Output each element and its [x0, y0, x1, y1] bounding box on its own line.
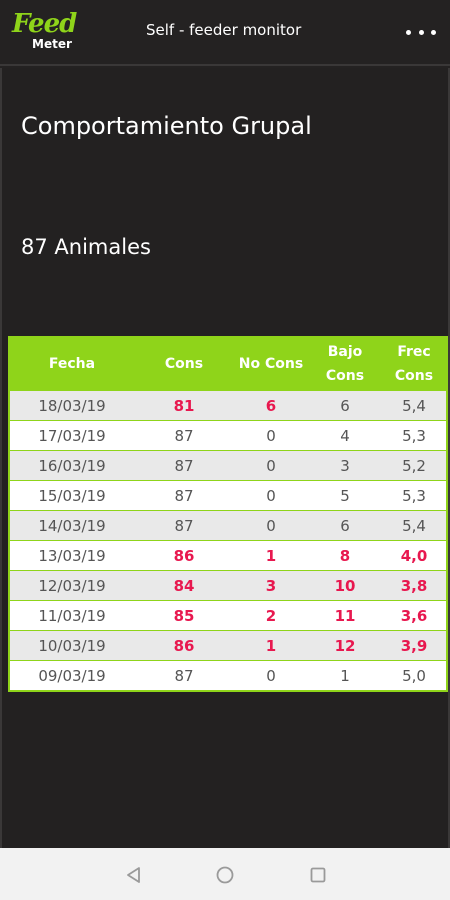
cell-bajo-cons: 6 — [340, 516, 350, 535]
cell-cons: 87 — [174, 426, 194, 445]
table-row: 17/03/19 87 0 4 5,3 — [10, 420, 446, 450]
menu-dot — [406, 29, 411, 35]
cell-fecha: 17/03/19 — [38, 426, 106, 445]
cell-fecha: 13/03/19 — [38, 546, 106, 565]
header-fecha: Fecha — [48, 356, 96, 372]
cell-no-cons: 0 — [266, 456, 276, 475]
cell-frec-cons: 5,2 — [402, 456, 426, 475]
cell-frec-cons: 3,8 — [400, 576, 428, 595]
cell-cons: 87 — [174, 456, 194, 475]
table-header: Fecha Cons No Cons Bajo Cons Frec Cons — [10, 338, 446, 390]
cell-bajo-cons: 8 — [339, 546, 351, 565]
cell-bajo-cons: 11 — [334, 606, 356, 625]
header-frec-cons: Frec Cons — [394, 344, 434, 384]
table-row: 16/03/19 87 0 3 5,2 — [10, 450, 446, 480]
cell-bajo-cons: 1 — [340, 666, 350, 685]
cell-bajo-cons: 4 — [340, 426, 350, 445]
cell-no-cons: 0 — [266, 516, 276, 535]
table-row: 15/03/19 87 0 5 5,3 — [10, 480, 446, 510]
cell-fecha: 09/03/19 — [38, 666, 106, 685]
cell-fecha: 12/03/19 — [38, 576, 106, 595]
logo-meter-text: Meter — [32, 37, 72, 51]
system-nav-bar — [0, 848, 450, 900]
app-bar: Feed Meter Self - feeder monitor — [0, 0, 450, 66]
cell-frec-cons: 5,4 — [402, 516, 426, 535]
table-body: 18/03/19 81 6 6 5,4 17/03/19 87 0 4 5,3 16/03/19 87… — [10, 390, 446, 690]
menu-dot — [418, 29, 424, 35]
header-bajo-cons: Bajo Cons — [325, 344, 365, 384]
cell-no-cons: 3 — [265, 576, 277, 595]
table-row: 18/03/19 81 6 6 5,4 — [10, 390, 446, 420]
feedmeter-logo: Feed Meter — [10, 9, 82, 57]
cell-frec-cons: 3,9 — [400, 636, 428, 655]
cell-no-cons: 0 — [266, 666, 276, 685]
menu-dot — [431, 29, 436, 35]
cell-bajo-cons: 12 — [334, 636, 356, 655]
more-horizontal-icon[interactable] — [406, 22, 436, 42]
logo-feed-text: Feed — [12, 9, 77, 39]
recent-square-icon[interactable] — [307, 864, 329, 886]
table-row: 14/03/19 87 0 6 5,4 — [10, 510, 446, 540]
table-row: 12/03/19 84 3 10 3,8 — [10, 570, 446, 600]
table-row: 10/03/19 86 1 12 3,9 — [10, 630, 446, 660]
cell-frec-cons: 5,0 — [402, 666, 426, 685]
cell-frec-cons: 5,3 — [402, 426, 426, 445]
home-circle-icon[interactable] — [214, 864, 236, 886]
cell-fecha: 15/03/19 — [38, 486, 106, 505]
header-no-cons: No Cons — [238, 356, 304, 372]
animal-count: 87 Animales — [21, 235, 151, 259]
cell-no-cons: 0 — [266, 486, 276, 505]
back-triangle-icon[interactable] — [123, 864, 145, 886]
cell-bajo-cons: 3 — [340, 456, 350, 475]
section-title: Comportamiento Grupal — [21, 112, 312, 140]
cell-no-cons: 6 — [265, 396, 277, 415]
cell-cons: 85 — [173, 606, 195, 625]
table-row: 09/03/19 87 0 1 5,0 — [10, 660, 446, 690]
table-row: 11/03/19 85 2 11 3,6 — [10, 600, 446, 630]
cell-cons: 87 — [174, 516, 194, 535]
cell-no-cons: 2 — [265, 606, 277, 625]
cell-fecha: 11/03/19 — [38, 606, 106, 625]
cell-fecha: 14/03/19 — [38, 516, 106, 535]
cell-bajo-cons: 5 — [340, 486, 350, 505]
cell-fecha: 10/03/19 — [38, 636, 106, 655]
group-behavior-table: Fecha Cons No Cons Bajo Cons Frec Cons 1… — [8, 336, 448, 692]
cell-no-cons: 1 — [265, 546, 277, 565]
main-content: Comportamiento Grupal 87 Animales Fecha … — [0, 68, 450, 848]
table-row: 13/03/19 86 1 8 4,0 — [10, 540, 446, 570]
cell-fecha: 16/03/19 — [38, 456, 106, 475]
cell-cons: 81 — [173, 396, 195, 415]
cell-frec-cons: 4,0 — [400, 546, 428, 565]
cell-cons: 86 — [173, 546, 195, 565]
cell-fecha: 18/03/19 — [38, 396, 106, 415]
cell-frec-cons: 5,4 — [402, 396, 426, 415]
cell-cons: 87 — [174, 666, 194, 685]
cell-frec-cons: 5,3 — [402, 486, 426, 505]
cell-bajo-cons: 6 — [340, 396, 350, 415]
cell-cons: 84 — [173, 576, 195, 595]
cell-frec-cons: 3,6 — [400, 606, 428, 625]
cell-bajo-cons: 10 — [334, 576, 356, 595]
cell-cons: 87 — [174, 486, 194, 505]
header-cons: Cons — [164, 356, 204, 372]
cell-no-cons: 1 — [265, 636, 277, 655]
cell-cons: 86 — [173, 636, 195, 655]
cell-no-cons: 0 — [266, 426, 276, 445]
app-title: Self - feeder monitor — [146, 21, 302, 39]
